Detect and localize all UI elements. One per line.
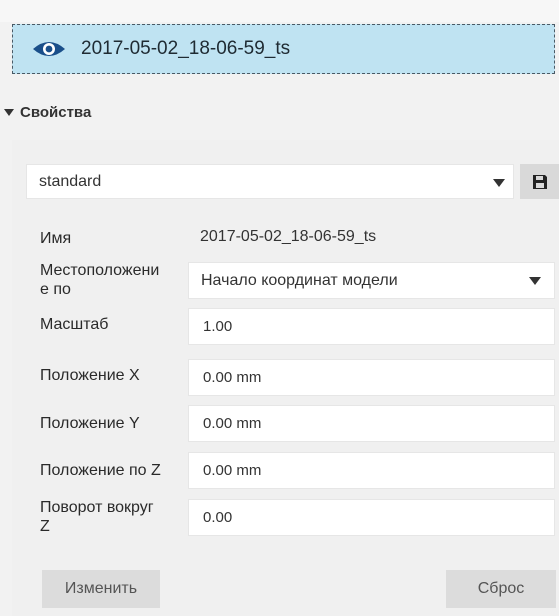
- position-y-input[interactable]: [188, 405, 555, 442]
- location-label: Местоположени е по: [40, 261, 159, 299]
- location-label-line2: е по: [40, 281, 71, 298]
- position-y-label: Положение Y: [40, 415, 140, 432]
- save-icon: [532, 174, 547, 189]
- scale-label: Масштаб: [40, 316, 109, 333]
- preset-value: standard: [39, 172, 102, 190]
- scale-input[interactable]: [188, 308, 555, 345]
- position-z-input[interactable]: [188, 452, 555, 489]
- location-select[interactable]: Начало координат модели: [188, 262, 555, 299]
- preset-dropdown[interactable]: standard: [26, 164, 514, 199]
- section-header-properties[interactable]: Свойства: [4, 104, 91, 121]
- rotation-z-label: Поворот вокруг Z: [40, 498, 154, 536]
- top-strip: [0, 0, 559, 22]
- position-x-input[interactable]: [188, 359, 555, 396]
- location-select-value: Начало координат модели: [201, 271, 398, 289]
- dropdown-arrow-icon: [493, 179, 505, 187]
- name-value: 2017-05-02_18-06-59_ts: [200, 228, 377, 245]
- section-title: Свойства: [20, 104, 92, 121]
- dropdown-arrow-icon: [529, 277, 541, 285]
- eye-icon[interactable]: [31, 38, 67, 60]
- layer-row-selected[interactable]: 2017-05-02_18-06-59_ts: [12, 24, 555, 74]
- rotation-z-input[interactable]: [188, 499, 555, 536]
- modify-button[interactable]: Изменить: [42, 570, 160, 608]
- position-x-label: Положение X: [40, 367, 140, 384]
- name-label: Имя: [40, 230, 72, 247]
- rotation-z-label-line2: Z: [40, 518, 50, 535]
- location-label-line1: Местоположени: [40, 262, 160, 279]
- save-preset-button[interactable]: [520, 164, 559, 199]
- caret-down-icon: [4, 109, 14, 116]
- position-z-label: Положение по Z: [40, 462, 161, 479]
- layer-name: 2017-05-02_18-06-59_ts: [81, 38, 291, 59]
- reset-button[interactable]: Сброс: [446, 570, 556, 608]
- rotation-z-label-line1: Поворот вокруг: [40, 499, 154, 516]
